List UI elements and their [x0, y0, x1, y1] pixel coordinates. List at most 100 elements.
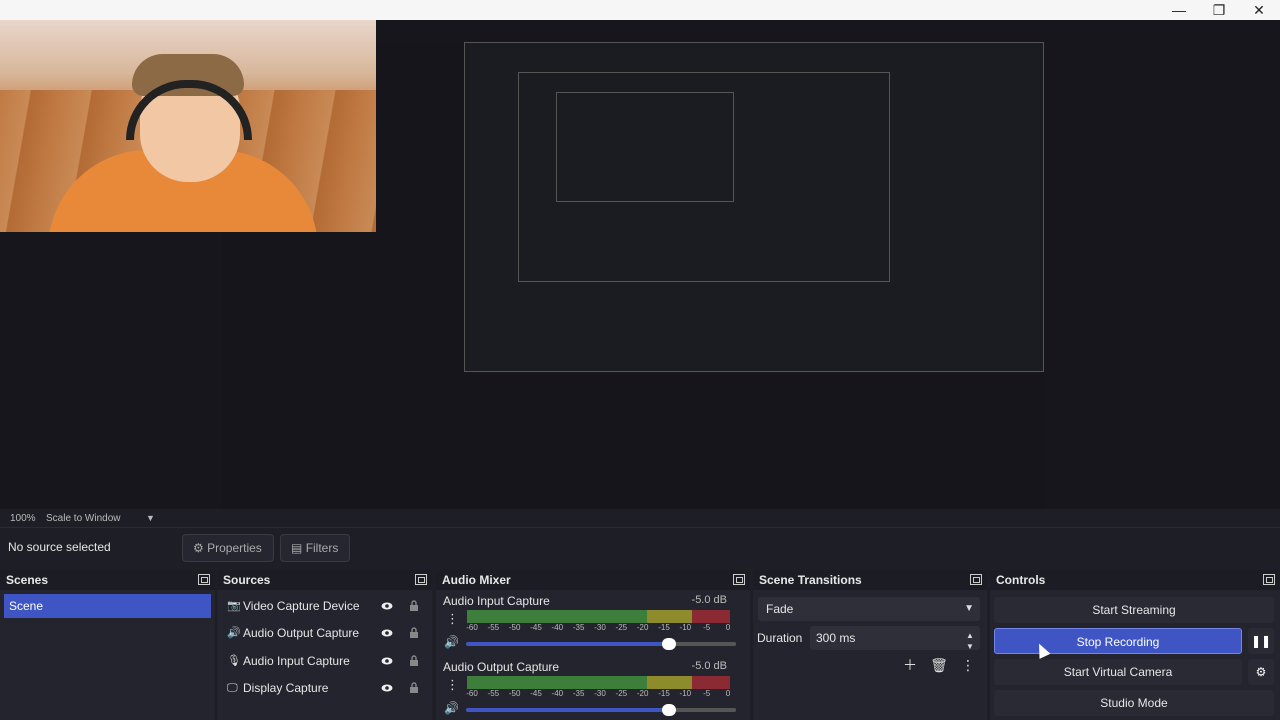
slider-knob[interactable] — [661, 704, 676, 716]
slider-knob[interactable] — [661, 638, 676, 650]
meter-tick-label: -55 — [487, 623, 500, 632]
duration-label: Duration — [757, 631, 803, 645]
scale-mode-select[interactable]: Scale to Window — [46, 513, 120, 524]
volume-meter — [467, 610, 730, 623]
audio-mixer-dock-title: Audio Mixer — [436, 570, 750, 590]
minimize-button[interactable]: — — [1164, 1, 1194, 19]
filters-button[interactable]: ▤ Filters — [280, 534, 350, 562]
chevron-down-icon: ▼ — [964, 603, 974, 614]
properties-button[interactable]: ⚙ Properties — [182, 534, 274, 562]
visibility-eye-icon[interactable] — [381, 600, 393, 612]
source-item-audio-input[interactable]: 🎙 Audio Input Capture — [223, 650, 428, 672]
pause-icon: ❚❚ — [1250, 634, 1272, 648]
meter-tick-label: -35 — [572, 623, 585, 632]
filter-icon: ▤ — [291, 541, 303, 555]
volume-meter — [467, 676, 730, 689]
meter-tick-label: -55 — [487, 689, 500, 698]
sources-dock: Sources 📷 Video Capture Device 🔊 Audio O… — [217, 570, 432, 720]
meter-tick-label: -45 — [530, 689, 542, 698]
source-name: Display Capture — [243, 681, 329, 695]
start-streaming-button[interactable]: Start Streaming — [994, 597, 1274, 623]
meter-tick-label: -10 — [679, 623, 692, 632]
monitor-icon: 🖵 — [227, 682, 238, 694]
camera-icon: 📷 — [227, 600, 241, 612]
lock-icon[interactable] — [408, 600, 420, 612]
meter-tick-label: 0 — [725, 689, 731, 698]
channel-db: -5.0 dB — [691, 594, 727, 606]
duration-spinbox[interactable]: 300 ms ▲ ▼ — [810, 626, 980, 651]
meter-tick-label: -50 — [508, 623, 521, 632]
source-item-audio-output[interactable]: 🔊 Audio Output Capture — [223, 622, 428, 644]
undock-icon[interactable] — [415, 574, 427, 585]
visibility-eye-icon[interactable] — [381, 655, 393, 667]
sources-dock-title: Sources — [217, 570, 432, 590]
lock-icon[interactable] — [408, 627, 420, 639]
channel-name: Audio Input Capture — [443, 594, 550, 608]
meter-tick-label: -30 — [594, 689, 606, 698]
add-transition-icon[interactable]: ＋ — [901, 656, 919, 674]
virtual-camera-settings-button[interactable]: ⚙ — [1248, 659, 1274, 685]
speaker-icon[interactable]: 🔊 — [444, 701, 460, 715]
lock-icon[interactable] — [408, 682, 420, 694]
undock-icon[interactable] — [198, 574, 210, 585]
microphone-icon: 🎙 — [227, 655, 241, 667]
mixer-channel-audio-output: Audio Output Capture -5.0 dB ⋮ -60 -55 -50… — [436, 660, 736, 720]
selection-label: No source selected — [8, 540, 111, 554]
source-name: Audio Output Capture — [243, 626, 360, 640]
volume-slider[interactable] — [466, 638, 736, 650]
stop-recording-button[interactable]: Stop Recording — [994, 628, 1242, 654]
scenes-dock: Scenes Scene — [0, 570, 215, 720]
volume-slider[interactable] — [466, 704, 736, 716]
preview-status-bar: 100% Scale to Window ▼ — [0, 509, 1280, 527]
meter-tick-label: -5 — [703, 623, 711, 632]
window-titlebar: — ❐ ✕ — [0, 0, 1280, 20]
source-item-display-capture[interactable]: 🖵 Display Capture — [223, 677, 428, 699]
duration-value: 300 ms — [816, 631, 856, 645]
source-item-video-capture[interactable]: 📷 Video Capture Device — [223, 595, 428, 617]
mixer-channel-audio-input: Audio Input Capture -5.0 dB ⋮ -60 -55 -50-… — [436, 594, 736, 660]
meter-tick-label: -40 — [551, 689, 564, 698]
meter-tick-label: -25 — [615, 689, 628, 698]
meter-tick-label: -20 — [636, 623, 649, 632]
visibility-eye-icon[interactable] — [381, 682, 393, 694]
meter-tick-label: -25 — [615, 623, 628, 632]
meter-tick-label: -15 — [658, 689, 670, 698]
lock-icon[interactable] — [408, 655, 420, 667]
close-button[interactable]: ✕ — [1244, 1, 1274, 19]
visibility-eye-icon[interactable] — [381, 627, 393, 639]
meter-ticks: -60 -55 -50 -45 -40 -35 -30 -25 -20 -15 -10 -5 0 — [464, 689, 734, 699]
properties-label: Properties — [207, 541, 262, 555]
preview-canvas[interactable] — [0, 20, 1280, 528]
speaker-icon[interactable]: 🔊 — [444, 635, 460, 649]
channel-name: Audio Output Capture — [443, 660, 560, 674]
chevron-down-icon[interactable]: ▼ — [146, 513, 155, 523]
meter-tick-label: -60 — [466, 623, 478, 632]
meter-ticks: -60 -55 -50 -45 -40 -35 -30 -25 -20 -15 -10 -5 0 — [464, 623, 734, 633]
scenes-dock-title: Scenes — [0, 570, 215, 590]
gear-icon: ⚙ — [1255, 665, 1267, 679]
meter-tick-label: -30 — [594, 623, 606, 632]
audio-mixer-dock: Audio Mixer Audio Input Capture -5.0 dB … — [436, 570, 750, 720]
scene-list-item[interactable]: Scene — [4, 594, 211, 618]
start-virtual-camera-button[interactable]: Start Virtual Camera — [994, 659, 1242, 685]
undock-icon[interactable] — [970, 574, 982, 585]
meter-tick-label: -5 — [703, 689, 711, 698]
filters-label: Filters — [305, 541, 339, 555]
maximize-button[interactable]: ❐ — [1204, 1, 1234, 19]
gear-icon: ⚙ — [193, 541, 204, 555]
meter-tick-label: -15 — [658, 623, 670, 632]
meter-tick-label: -40 — [551, 623, 564, 632]
transition-select[interactable]: Fade ▼ — [758, 597, 980, 621]
kebab-menu-icon[interactable]: ⋮ — [446, 610, 459, 628]
undock-icon[interactable] — [1263, 574, 1275, 585]
studio-mode-button[interactable]: Studio Mode — [994, 690, 1274, 716]
undock-icon[interactable] — [733, 574, 745, 585]
kebab-menu-icon[interactable]: ⋮ — [959, 656, 977, 674]
controls-dock-title: Controls — [990, 570, 1280, 590]
webcam-video-feed — [0, 20, 376, 232]
pause-recording-button[interactable]: ❚❚ — [1248, 628, 1274, 654]
meter-tick-label: 0 — [725, 623, 731, 632]
kebab-menu-icon[interactable]: ⋮ — [446, 676, 459, 694]
context-bar: No source selected ⚙ Properties ▤ Filter… — [0, 527, 1280, 567]
trash-icon[interactable]: 🗑 — [930, 656, 948, 674]
